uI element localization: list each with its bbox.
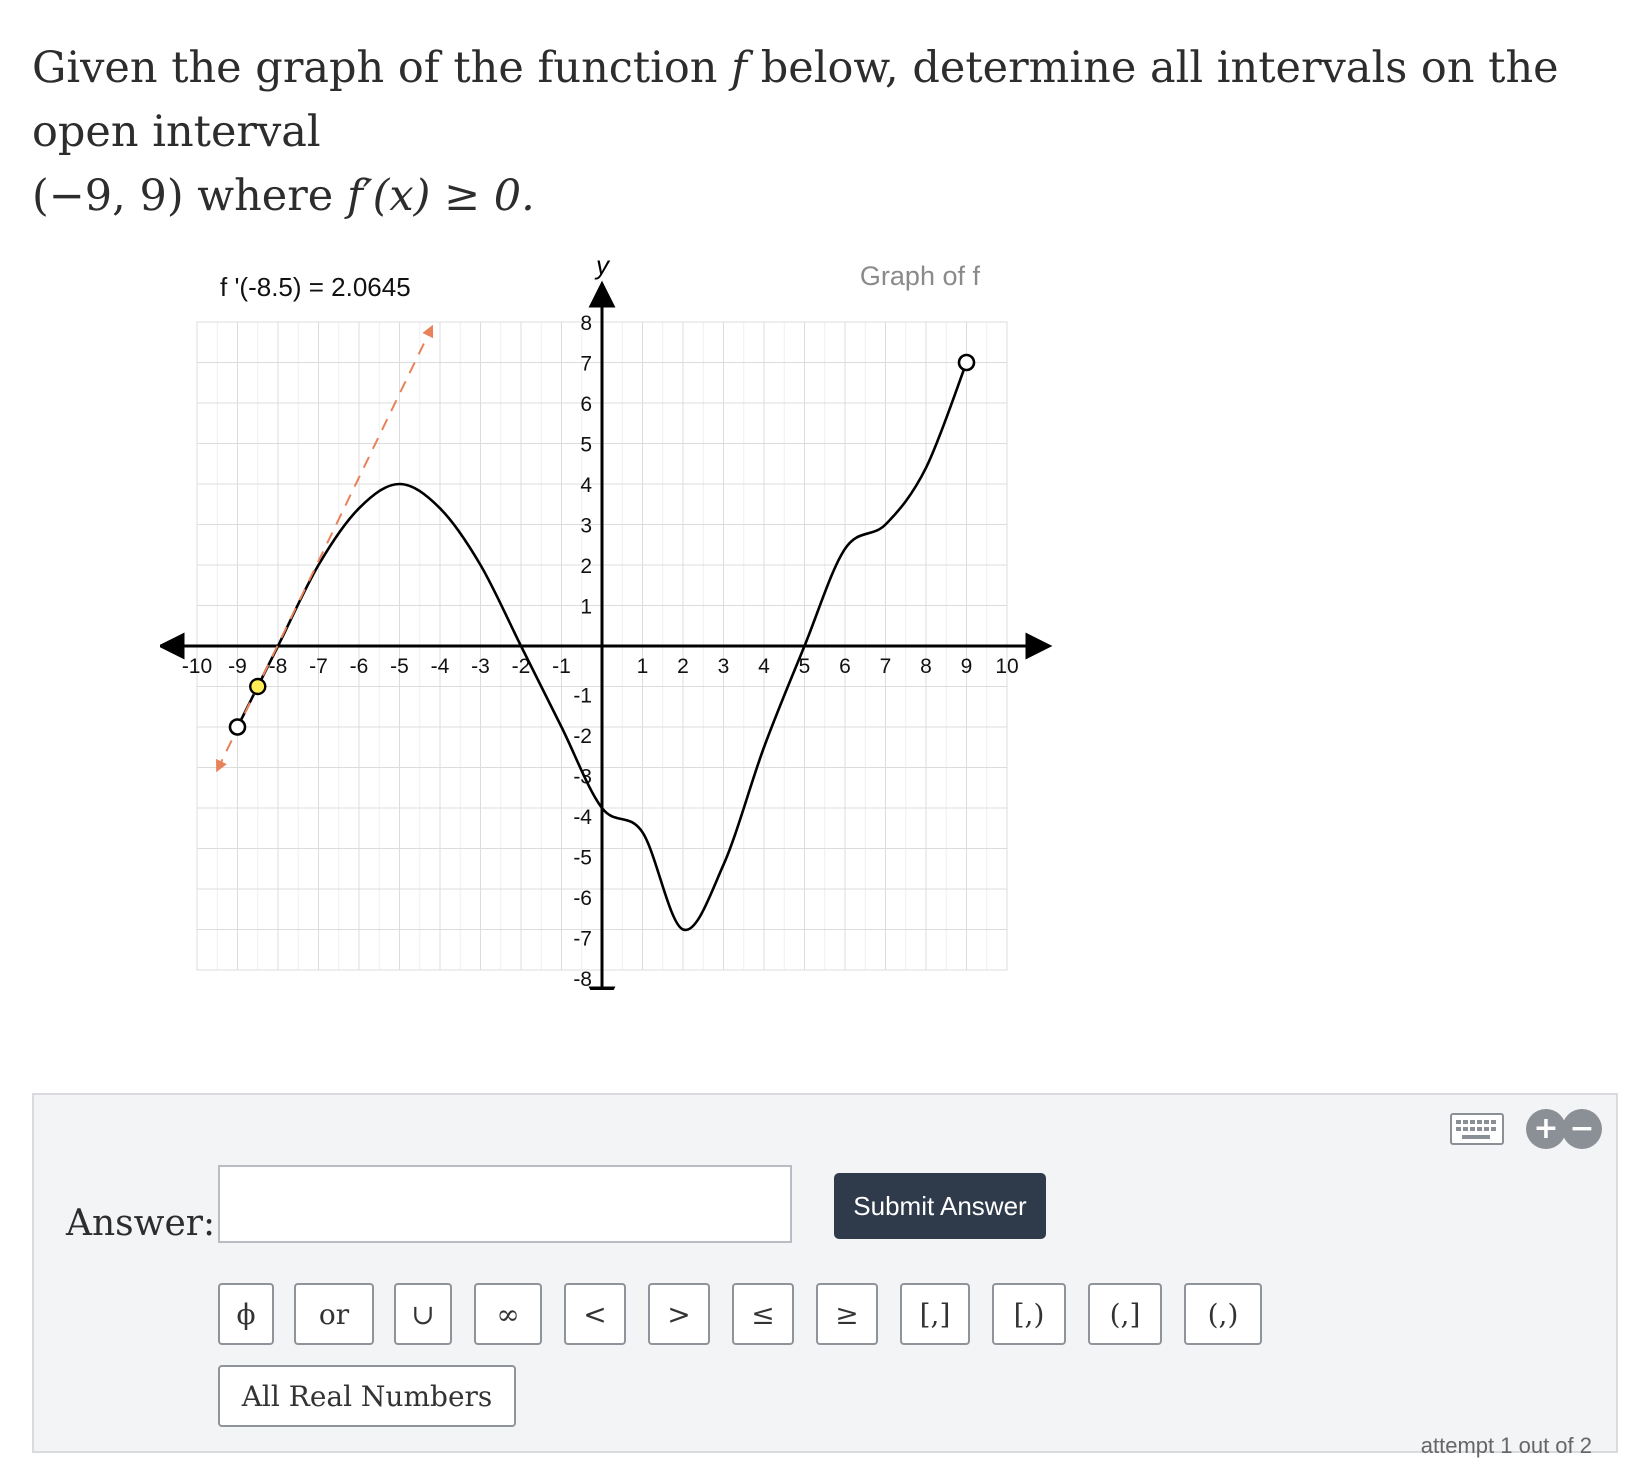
x-tick-label: 8 <box>920 655 932 678</box>
zoom-controls: + − <box>1526 1109 1602 1149</box>
graph-of-f[interactable]: xyGraph of f-10-9-8-7-6-5-4-3-2-11234567… <box>160 230 1060 990</box>
x-tick-label: 7 <box>880 655 892 678</box>
draggable-point[interactable] <box>249 677 267 696</box>
infinity-button[interactable]: ∞ <box>474 1283 542 1345</box>
submit-answer-button[interactable]: Submit Answer <box>834 1173 1046 1239</box>
answer-label: Answer: <box>66 1203 216 1244</box>
y-tick-label: 3 <box>580 515 592 538</box>
y-tick-label: -8 <box>573 968 592 990</box>
x-tick-label: -7 <box>309 655 328 678</box>
y-tick-label: -6 <box>573 887 592 910</box>
symbol-toolbar-row2: All Real Numbers <box>218 1365 516 1427</box>
x-tick-label: -6 <box>350 655 369 678</box>
minus-circle-icon[interactable]: − <box>1562 1109 1602 1149</box>
x-tick-label: -3 <box>471 655 490 678</box>
symbol-toolbar: ϕ or ∪ ∞ < > ≤ ≥ [,] [,) (,] (,) <box>218 1283 1262 1345</box>
y-tick-label: 1 <box>580 596 592 619</box>
y-tick-label: 5 <box>580 434 592 457</box>
x-tick-label: 1 <box>637 655 649 678</box>
x-tick-label: -10 <box>182 655 212 678</box>
greater-than-button[interactable]: > <box>648 1283 710 1345</box>
x-tick-label: 3 <box>718 655 730 678</box>
question-condition: f′(x) ≥ 0. <box>346 171 535 221</box>
closed-closed-interval-button[interactable]: [,] <box>900 1283 970 1345</box>
x-tick-label: -9 <box>228 655 247 678</box>
union-button[interactable]: ∪ <box>394 1283 452 1345</box>
x-tick-label: 6 <box>839 655 851 678</box>
question-part1: Given the graph of the function <box>32 43 732 93</box>
function-name: f <box>731 43 748 93</box>
empty-set-button[interactable]: ϕ <box>218 1283 274 1345</box>
x-tick-label: -5 <box>390 655 409 678</box>
open-open-interval-button[interactable]: (,) <box>1184 1283 1262 1345</box>
x-tick-label: 10 <box>995 655 1018 678</box>
open-endpoint <box>228 718 247 736</box>
question-text: Given the graph of the function f below,… <box>32 36 1612 228</box>
question-interval: (−9, 9) <box>32 171 184 221</box>
y-tick-label: -4 <box>573 806 592 829</box>
answer-panel: + − Answer: Submit Answer ϕ or ∪ ∞ < > ≤… <box>32 1093 1618 1458</box>
tool-icons: + − <box>1450 1109 1602 1149</box>
question-part3: where <box>183 171 347 221</box>
y-tick-label: 4 <box>580 474 592 497</box>
x-tick-label: 9 <box>961 655 973 678</box>
attempt-counter: attempt 1 out of 2 <box>1420 1433 1592 1458</box>
less-equal-button[interactable]: ≤ <box>732 1283 794 1345</box>
y-tick-label: -7 <box>573 928 592 951</box>
tangent-annotation: f '(-8.5) = 2.0645 <box>220 272 411 302</box>
y-tick-label: 6 <box>580 393 592 416</box>
x-tick-label: 4 <box>758 655 770 678</box>
less-than-button[interactable]: < <box>564 1283 626 1345</box>
open-closed-interval-button[interactable]: (,] <box>1088 1283 1162 1345</box>
x-tick-label: -1 <box>552 655 571 678</box>
greater-equal-button[interactable]: ≥ <box>816 1283 878 1345</box>
open-endpoint <box>957 353 976 372</box>
closed-open-interval-button[interactable]: [,) <box>992 1283 1066 1345</box>
y-tick-label: 2 <box>580 555 592 578</box>
y-tick-label: -5 <box>573 847 592 870</box>
graph-title: Graph of f <box>860 261 981 291</box>
answer-input[interactable] <box>218 1165 792 1243</box>
y-axis-label: y <box>594 250 611 280</box>
plus-circle-icon[interactable]: + <box>1526 1109 1566 1149</box>
y-tick-label: 8 <box>580 312 592 335</box>
or-button[interactable]: or <box>294 1283 374 1345</box>
y-tick-label: -2 <box>573 725 592 748</box>
y-tick-label: 7 <box>580 353 592 376</box>
all-real-numbers-button[interactable]: All Real Numbers <box>218 1365 516 1427</box>
keyboard-icon[interactable] <box>1450 1113 1504 1145</box>
x-tick-label: 2 <box>677 655 689 678</box>
x-tick-label: -4 <box>431 655 450 678</box>
y-tick-label: -1 <box>573 685 592 708</box>
